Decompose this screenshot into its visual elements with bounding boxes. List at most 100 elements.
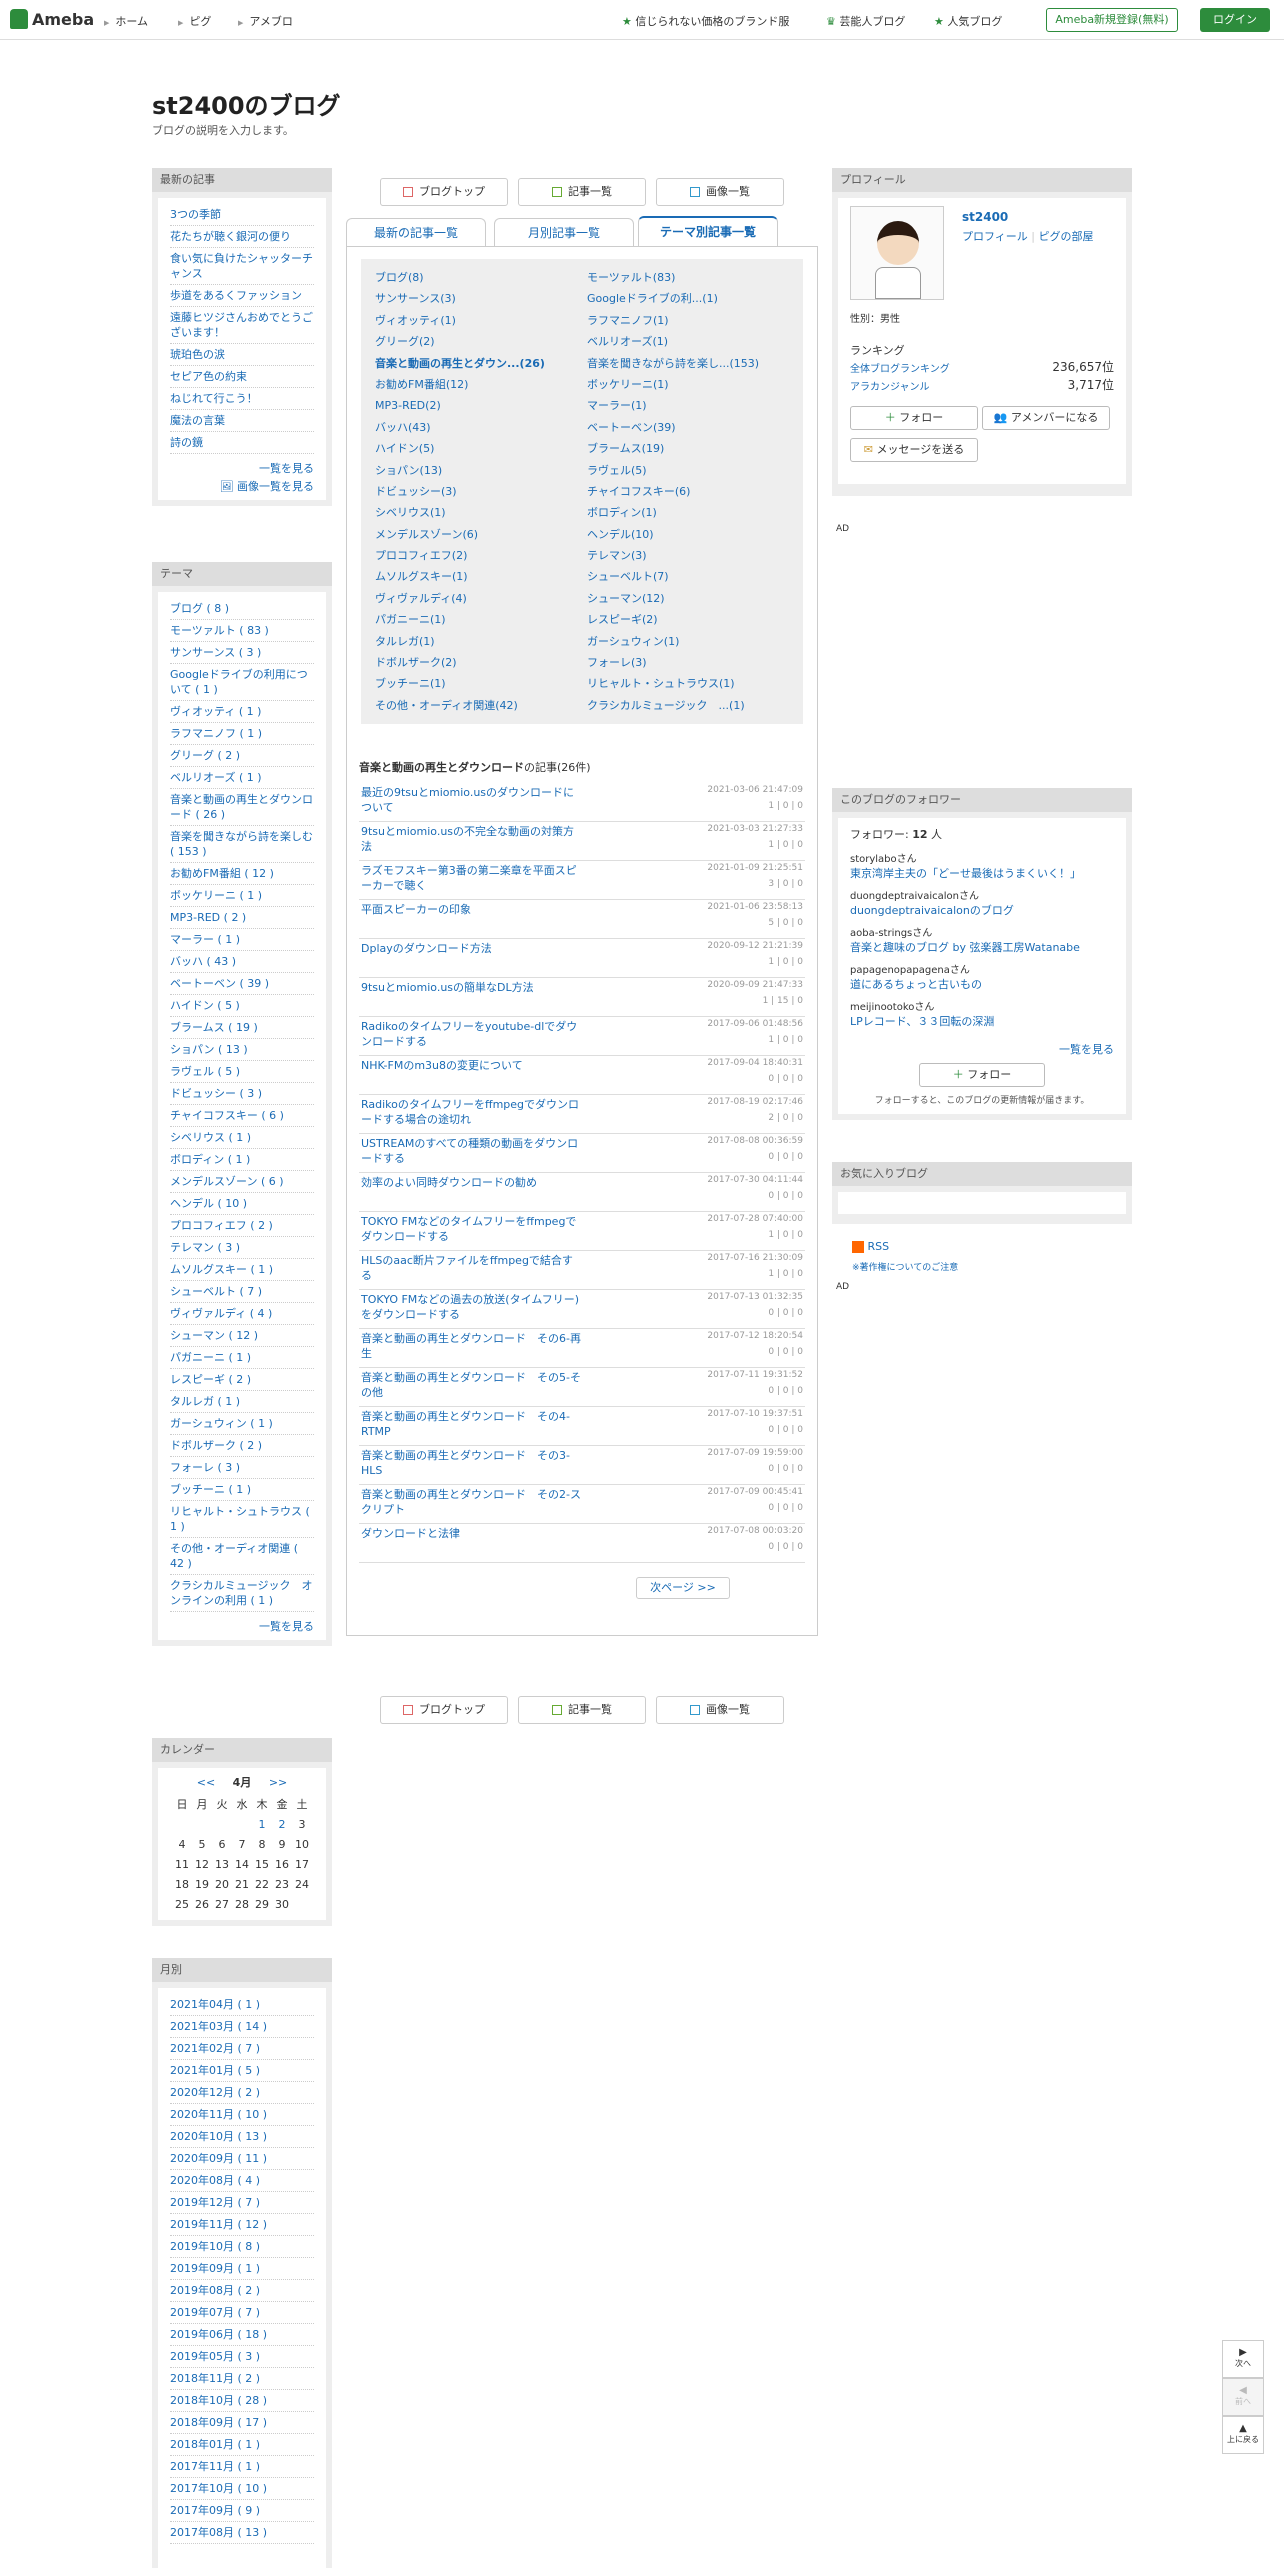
recent-article-item[interactable]: 食い気に負けたシャッターチャンス	[170, 248, 314, 285]
monthly-item[interactable]: 2020年10月 ( 13 )	[170, 2126, 314, 2148]
theme-link[interactable]: パガニーニ ( 1 )	[170, 1351, 251, 1364]
theme-link[interactable]: その他・オーディオ関連 ( 42 )	[170, 1542, 298, 1570]
recent-article-item[interactable]: ねじれて行こう！	[170, 388, 314, 410]
theme-link[interactable]: プロコフィエフ ( 2 )	[170, 1219, 273, 1232]
theme-link[interactable]: リヒャルト・シュトラウス ( 1 )	[170, 1505, 310, 1533]
theme-link[interactable]: ヴィヴァルディ ( 4 )	[170, 1307, 272, 1320]
theme-link[interactable]: 音楽を聞きながら詩を楽しむ ( 153 )	[170, 830, 313, 858]
follower-blog-link[interactable]: 東京湾岸主夫の「どーせ最後はうまくいく！」	[850, 865, 1114, 881]
theme-grid-item[interactable]: ブログ(8)	[375, 267, 577, 288]
monthly-item[interactable]: 2019年05月 ( 3 )	[170, 2346, 314, 2368]
recent-article-item[interactable]: セピア色の約束	[170, 366, 314, 388]
theme-item[interactable]: プロコフィエフ ( 2 )	[170, 1215, 314, 1237]
monthly-link[interactable]: 2019年08月 ( 2 )	[170, 2284, 260, 2297]
theme-link[interactable]: バッハ ( 43 )	[170, 955, 236, 968]
back-to-top-button[interactable]: ▲ 上に戻る	[1222, 2416, 1264, 2454]
monthly-item[interactable]: 2020年12月 ( 2 )	[170, 2082, 314, 2104]
theme-item[interactable]: ヴィオッティ ( 1 )	[170, 701, 314, 723]
monthly-item[interactable]: 2017年08月 ( 13 )	[170, 2522, 314, 2544]
theme-link[interactable]: ボロディン ( 1 )	[170, 1153, 250, 1166]
monthly-link[interactable]: 2021年02月 ( 7 )	[170, 2042, 260, 2055]
recent-article-link[interactable]: 3つの季節	[170, 208, 221, 221]
article-list-button-bottom[interactable]: 記事一覧	[518, 1696, 646, 1724]
tab-recent[interactable]: 最新の記事一覧	[346, 218, 486, 246]
theme-grid-item[interactable]: お勧めFM番組(12)	[375, 374, 577, 395]
theme-item[interactable]: チャイコフスキー ( 6 )	[170, 1105, 314, 1127]
login-button[interactable]: ログイン	[1200, 8, 1270, 32]
theme-link[interactable]: 音楽と動画の再生とダウンロード ( 26 )	[170, 793, 313, 821]
theme-grid-item[interactable]: ガーシュウィン(1)	[587, 631, 789, 652]
theme-item[interactable]: ショパン ( 13 )	[170, 1039, 314, 1061]
theme-item[interactable]: ヴィヴァルディ ( 4 )	[170, 1303, 314, 1325]
monthly-link[interactable]: 2019年06月 ( 18 )	[170, 2328, 267, 2341]
monthly-item[interactable]: 2018年10月 ( 28 )	[170, 2390, 314, 2412]
theme-grid-item[interactable]: ドボルザーク(2)	[375, 652, 577, 673]
recent-article-link[interactable]: ねじれて行こう！	[170, 392, 258, 405]
theme-grid-item[interactable]: タルレガ(1)	[375, 631, 577, 652]
follower-blog-link[interactable]: 道にあるちょっと古いもの	[850, 976, 1114, 992]
theme-grid-item[interactable]: グリーグ(2)	[375, 331, 577, 352]
theme-item[interactable]: ムソルグスキー ( 1 )	[170, 1259, 314, 1281]
pigg-room-link[interactable]: ピグの部屋	[1039, 230, 1094, 243]
theme-item[interactable]: レスピーギ ( 2 )	[170, 1369, 314, 1391]
entry-title[interactable]: Radikoのタイムフリーをffmpegでダウンロードする場合の途切れ	[361, 1097, 581, 1127]
theme-grid-item[interactable]: プロコフィエフ(2)	[375, 545, 577, 566]
theme-grid-item[interactable]: チャイコフスキー(6)	[587, 481, 789, 502]
monthly-item[interactable]: 2017年10月 ( 10 )	[170, 2478, 314, 2500]
theme-grid-item[interactable]: ベルリオーズ(1)	[587, 331, 789, 352]
recent-article-item[interactable]: 魔法の言葉	[170, 410, 314, 432]
theme-grid-item[interactable]: MP3-RED(2)	[375, 395, 577, 416]
recent-article-item[interactable]: 詩の鏡	[170, 432, 314, 454]
theme-item[interactable]: グリーグ ( 2 )	[170, 745, 314, 767]
register-button[interactable]: Ameba新規登録(無料)	[1046, 8, 1178, 32]
theme-link[interactable]: モーツァルト ( 83 )	[170, 624, 269, 637]
monthly-item[interactable]: 2018年09月 ( 17 )	[170, 2412, 314, 2434]
entry-title[interactable]: 音楽と動画の再生とダウンロード その4-RTMP	[361, 1409, 581, 1439]
theme-item[interactable]: Googleドライブの利用について ( 1 )	[170, 664, 314, 701]
rss-link[interactable]: RSS	[852, 1240, 889, 1253]
theme-item[interactable]: クラシカルミュージック オンラインの利用 ( 1 )	[170, 1575, 314, 1612]
theme-item[interactable]: メンデルスゾーン ( 6 )	[170, 1171, 314, 1193]
entry-title[interactable]: ダウンロードと法律	[361, 1526, 581, 1541]
overall-ranking-link[interactable]: 全体ブログランキング	[850, 360, 950, 375]
theme-grid-item[interactable]: サンサーンス(3)	[375, 288, 577, 309]
theme-link[interactable]: ドビュッシー ( 3 )	[170, 1087, 262, 1100]
monthly-item[interactable]: 2018年01月 ( 1 )	[170, 2434, 314, 2456]
follow-button-2[interactable]: ＋ フォロー	[919, 1063, 1045, 1087]
next-page-button[interactable]: 次ページ >>	[636, 1577, 730, 1599]
theme-link[interactable]: クラシカルミュージック オンラインの利用 ( 1 )	[170, 1579, 313, 1607]
theme-link[interactable]: メンデルスゾーン ( 6 )	[170, 1175, 284, 1188]
entry-title[interactable]: ラズモフスキー第3番の第二楽章を平面スピーカーで聴く	[361, 863, 581, 893]
entry-title[interactable]: 音楽と動画の再生とダウンロード その3-HLS	[361, 1448, 581, 1478]
recent-article-link[interactable]: 遠藤ヒツジさんおめでとうございます！	[170, 311, 313, 339]
monthly-link[interactable]: 2020年10月 ( 13 )	[170, 2130, 267, 2143]
recent-article-link[interactable]: 魔法の言葉	[170, 414, 225, 427]
monthly-item[interactable]: 2021年01月 ( 5 )	[170, 2060, 314, 2082]
theme-grid-item[interactable]: ヴィヴァルディ(4)	[375, 588, 577, 609]
entry-title[interactable]: NHK-FMのm3u8の変更について	[361, 1058, 581, 1073]
monthly-link[interactable]: 2020年11月 ( 10 )	[170, 2108, 267, 2121]
monthly-link[interactable]: 2021年03月 ( 14 )	[170, 2020, 267, 2033]
theme-link[interactable]: Googleドライブの利用について ( 1 )	[170, 668, 308, 696]
theme-grid-item[interactable]: ヴィオッティ(1)	[375, 310, 577, 331]
nav-home-link[interactable]: ホーム	[104, 13, 148, 29]
monthly-item[interactable]: 2019年12月 ( 7 )	[170, 2192, 314, 2214]
entry-title[interactable]: 9tsuとmiomio.usの簡単なDL方法	[361, 980, 581, 995]
follow-button[interactable]: ＋ フォロー	[850, 406, 978, 430]
theme-item[interactable]: フォーレ ( 3 )	[170, 1457, 314, 1479]
theme-grid-item[interactable]: ベートーベン(39)	[587, 417, 789, 438]
theme-item[interactable]: ブログ ( 8 )	[170, 598, 314, 620]
monthly-link[interactable]: 2019年09月 ( 1 )	[170, 2262, 260, 2275]
nav-ameblo-link[interactable]: アメブロ	[238, 13, 292, 29]
blog-title[interactable]: st2400のブログ	[152, 86, 341, 121]
theme-grid-item[interactable]: バッハ(43)	[375, 417, 577, 438]
theme-item[interactable]: ドボルザーク ( 2 )	[170, 1435, 314, 1457]
monthly-link[interactable]: 2018年10月 ( 28 )	[170, 2394, 267, 2407]
monthly-link[interactable]: 2018年09月 ( 17 )	[170, 2416, 267, 2429]
theme-link[interactable]: サンサーンス ( 3 )	[170, 646, 261, 659]
monthly-link[interactable]: 2018年01月 ( 1 )	[170, 2438, 260, 2451]
theme-link[interactable]: テレマン ( 3 )	[170, 1241, 240, 1254]
monthly-link[interactable]: 2018年11月 ( 2 )	[170, 2372, 260, 2385]
calendar-day[interactable]: 1	[252, 1814, 272, 1834]
theme-link[interactable]: グリーグ ( 2 )	[170, 749, 240, 762]
